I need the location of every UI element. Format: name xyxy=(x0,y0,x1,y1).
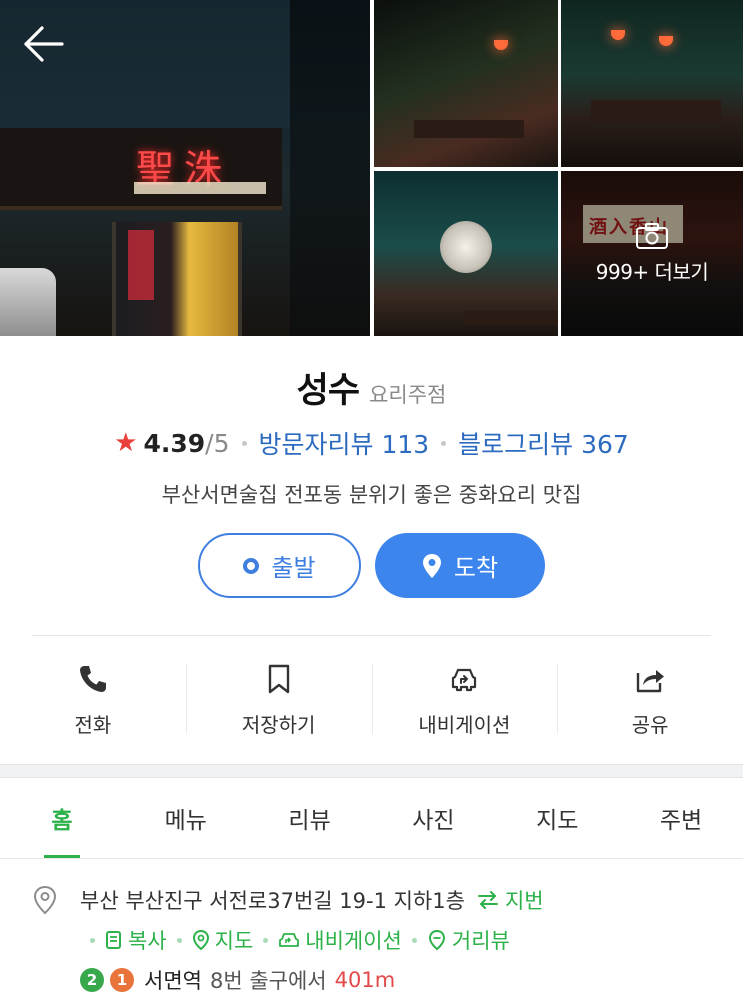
photo-thumb-1[interactable] xyxy=(374,0,558,167)
share-icon xyxy=(636,669,665,692)
back-arrow-icon[interactable] xyxy=(22,24,64,64)
photo-thumb-2[interactable] xyxy=(561,0,743,167)
lamp-light xyxy=(494,40,508,50)
address-row: 부산 부산진구 서전로37번길 19-1 지하1층 지번 xyxy=(0,880,743,920)
action-bar: 전화 저장하기 내비게이션 공유 xyxy=(0,636,743,764)
separator-dot xyxy=(411,937,417,943)
camera-icon xyxy=(636,223,668,249)
street-view-button[interactable]: 거리뷰 xyxy=(427,925,510,955)
rating-max: /5 xyxy=(205,428,230,458)
parked-car xyxy=(0,268,56,336)
tab-bar: 홈 메뉴 리뷰 사진 지도 주변 xyxy=(0,778,743,859)
tab-nearby[interactable]: 주변 xyxy=(619,778,743,858)
arrive-label: 도착 xyxy=(453,554,499,582)
place-name: 성수 xyxy=(296,371,360,411)
map-button[interactable]: 지도 xyxy=(192,925,254,955)
more-photos-label: 999+ 더보기 xyxy=(595,260,709,284)
phone-icon xyxy=(79,665,106,692)
copy-icon xyxy=(106,931,121,949)
separator-dot xyxy=(241,440,247,446)
subway-line-badge: 1 xyxy=(110,968,134,992)
dark-wall xyxy=(290,0,370,336)
separator-dot xyxy=(176,937,182,943)
navigation-label: 내비게이션 xyxy=(305,929,402,953)
table xyxy=(591,100,721,122)
bookmark-icon xyxy=(268,664,289,693)
map-pin-icon xyxy=(33,885,57,915)
station-distance: 401m xyxy=(334,968,396,992)
lamp-light xyxy=(659,36,673,46)
address-actions: 복사 지도 내비게이션 거리뷰 xyxy=(80,920,743,960)
rating-value: 4.39 xyxy=(143,428,206,458)
address-text: 부산 부산진구 서전로37번길 19-1 지하1층 xyxy=(80,889,465,913)
share-label: 공유 xyxy=(631,712,669,737)
tab-photo[interactable]: 사진 xyxy=(371,778,495,858)
place-description: 부산서면술집 전포동 분위기 좋은 중화요리 맛집 xyxy=(161,483,582,507)
table xyxy=(464,311,558,325)
blog-reviews-link[interactable]: 블로그리뷰 367 xyxy=(458,425,629,461)
call-label: 전화 xyxy=(74,712,112,737)
separator-dot xyxy=(263,937,269,943)
door-light xyxy=(128,230,154,300)
navigation-label: 내비게이션 xyxy=(418,712,511,737)
place-category: 요리주점 xyxy=(369,383,447,407)
location-pin-icon xyxy=(422,553,441,578)
navigation-button[interactable]: 내비게이션 xyxy=(278,925,402,955)
street-view-label: 거리뷰 xyxy=(451,929,510,953)
subway-line-badge: 2 xyxy=(80,968,104,992)
rating-row: ★ 4.39 /5 방문자리뷰 113 블로그리뷰 367 xyxy=(0,425,743,461)
star-icon: ★ xyxy=(114,428,138,458)
share-action[interactable]: 공유 xyxy=(557,636,743,764)
jibun-label: 지번 xyxy=(504,889,544,913)
save-label: 저장하기 xyxy=(241,712,316,737)
station-exit: 8번 출구에서 xyxy=(209,969,327,993)
jibun-toggle[interactable]: 지번 xyxy=(477,885,544,915)
tab-menu[interactable]: 메뉴 xyxy=(124,778,248,858)
table xyxy=(414,120,524,138)
visitor-reviews-link[interactable]: 방문자리뷰 113 xyxy=(259,425,430,461)
copy-label: 복사 xyxy=(128,929,167,953)
origin-dot-icon xyxy=(243,557,260,574)
separator-dot xyxy=(90,937,95,943)
map-label: 지도 xyxy=(214,929,254,953)
photo-thumb-3[interactable] xyxy=(374,171,558,336)
place-header: 성수 요리주점 ★ 4.39 /5 방문자리뷰 113 블로그리뷰 367 부산… xyxy=(0,336,743,509)
tab-map[interactable]: 지도 xyxy=(495,778,619,858)
station-row: 2 1 서면역 8번 출구에서 401m xyxy=(80,960,743,1000)
sign-subtitle xyxy=(134,182,266,194)
arrive-button[interactable]: 도착 xyxy=(375,533,545,598)
navigation-action[interactable]: 내비게이션 xyxy=(371,636,558,764)
place-info: 부산 부산진구 서전로37번길 19-1 지하1층 지번 복사 지도 내비게이션… xyxy=(0,880,743,1000)
building-facade xyxy=(0,0,290,128)
start-label: 출발 xyxy=(271,554,316,582)
route-buttons: 출발 도착 xyxy=(0,533,743,598)
start-button[interactable]: 출발 xyxy=(198,533,361,598)
tab-home[interactable]: 홈 xyxy=(0,778,124,858)
title-row: 성수 요리주점 xyxy=(0,362,743,413)
tab-review[interactable]: 리뷰 xyxy=(248,778,372,858)
map-pin-icon xyxy=(192,929,209,951)
call-action[interactable]: 전화 xyxy=(0,636,186,764)
copy-address-button[interactable]: 복사 xyxy=(105,925,167,955)
navigation-icon xyxy=(279,933,300,947)
street-view-icon xyxy=(428,929,445,951)
photo-gallery: 聖洙 酒入香山 999+ 더보기 xyxy=(0,0,743,336)
round-mirror xyxy=(440,221,492,273)
save-action[interactable]: 저장하기 xyxy=(185,636,372,764)
swap-arrows-icon xyxy=(477,891,498,909)
station-name: 서면역 xyxy=(144,969,202,993)
lamp-light xyxy=(611,30,625,40)
separator-dot xyxy=(441,440,447,446)
navigation-icon xyxy=(452,668,477,691)
section-gap xyxy=(0,764,743,778)
more-photos-button[interactable]: 999+ 더보기 xyxy=(561,171,743,336)
